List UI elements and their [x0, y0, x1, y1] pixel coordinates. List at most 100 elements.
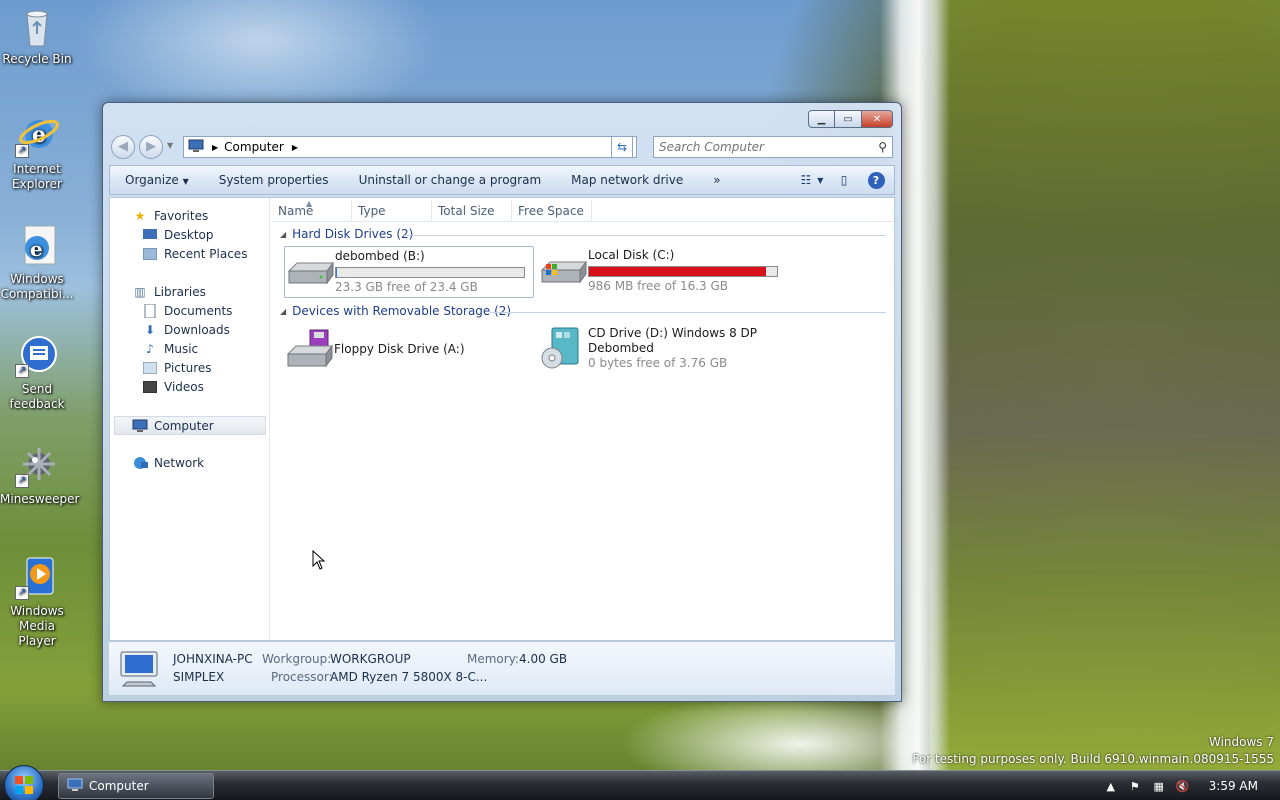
- cd-drive-icon: [538, 326, 588, 372]
- desktop-icon-recycle-bin[interactable]: Recycle Bin: [0, 4, 74, 67]
- group-label: Devices with Removable Storage (2): [292, 304, 512, 318]
- processor-label: Processor:: [271, 670, 333, 684]
- nav-music[interactable]: ♪ Music: [142, 341, 198, 357]
- show-hidden-icons-button[interactable]: ▲: [1101, 778, 1121, 794]
- drive-name: CD Drive (D:) Windows 8 DP: [588, 326, 758, 340]
- desktop-icon-send-feedback[interactable]: ↗ Send feedback: [0, 334, 74, 412]
- navigation-row: ◀ ▶ ▼ ▶ Computer ▶ ▼ ⇆ ⚲: [111, 133, 893, 161]
- command-bar: Organize ▼ System properties Uninstall o…: [109, 165, 895, 195]
- nav-documents[interactable]: Documents: [142, 303, 232, 319]
- drive-usage-bar: [335, 267, 525, 278]
- nav-label: Music: [164, 342, 199, 356]
- shortcut-arrow-icon: ↗: [15, 144, 29, 158]
- nav-pictures[interactable]: Pictures: [142, 360, 212, 376]
- processor-value: AMD Ryzen 7 5800X 8-C...: [330, 670, 488, 684]
- minimize-button[interactable]: ▁: [808, 110, 835, 128]
- close-button[interactable]: ✕: [862, 110, 893, 128]
- volume-muted-icon[interactable]: 🔇: [1173, 778, 1193, 794]
- breadcrumb-separator-icon[interactable]: ▶: [292, 143, 298, 152]
- drive-free-space: 986 MB free of 16.3 GB: [588, 279, 729, 293]
- memory-value: 4.00 GB: [519, 652, 568, 666]
- search-icon[interactable]: ⚲: [878, 140, 887, 154]
- column-header-free-space[interactable]: Free Space: [512, 200, 592, 221]
- nav-label: Libraries: [154, 285, 206, 299]
- nav-downloads[interactable]: ⬇ Downloads: [142, 322, 230, 338]
- column-header-total-size[interactable]: Total Size: [432, 200, 512, 221]
- group-header-removable-storage[interactable]: ◢ Devices with Removable Storage (2): [280, 304, 511, 318]
- nav-network[interactable]: Network: [132, 455, 204, 471]
- caption-buttons: ▁ ▭ ✕: [808, 110, 893, 128]
- recent-places-icon: [142, 246, 158, 262]
- recent-pages-dropdown-icon[interactable]: ▼: [167, 141, 173, 150]
- forward-arrow-icon: ▶: [146, 139, 156, 154]
- nav-videos[interactable]: Videos: [142, 379, 204, 395]
- computer-icon: [132, 418, 148, 434]
- back-arrow-icon: ◀: [118, 139, 128, 154]
- back-button[interactable]: ◀: [111, 135, 135, 159]
- desktop-icon-windows-media-player[interactable]: ↗ Windows Media Player: [0, 556, 74, 649]
- network-status-icon[interactable]: ▦: [1149, 778, 1169, 794]
- explorer-window: ▁ ▭ ✕ ◀ ▶ ▼ ▶ Computer ▶ ▼ ⇆ ⚲ Organize …: [102, 102, 902, 702]
- group-divider: [404, 235, 886, 236]
- breadcrumb-computer[interactable]: Computer: [224, 140, 284, 154]
- map-network-drive-button[interactable]: Map network drive: [556, 173, 698, 187]
- drive-item-c[interactable]: Local Disk (C:) 986 MB free of 16.3 GB: [538, 246, 798, 298]
- nav-desktop[interactable]: Desktop: [142, 227, 214, 243]
- refresh-button[interactable]: ⇆: [611, 136, 633, 158]
- details-pane: JOHNXINA-PC SIMPLEX Workgroup: WORKGROUP…: [109, 641, 895, 695]
- address-bar[interactable]: ▶ Computer ▶ ▼: [183, 136, 637, 158]
- search-input[interactable]: [659, 140, 869, 154]
- breadcrumb-separator-icon[interactable]: ▶: [212, 143, 218, 152]
- preview-pane-icon[interactable]: ▯: [832, 170, 856, 190]
- drive-item-d[interactable]: CD Drive (D:) Windows 8 DP Debombed 0 by…: [538, 326, 798, 378]
- nav-recent-places[interactable]: Recent Places: [142, 246, 247, 262]
- help-button[interactable]: ?: [864, 170, 888, 190]
- drive-item-a[interactable]: Floppy Disk Drive (A:): [284, 326, 534, 374]
- desktop-icon-label: Internet Explorer: [12, 162, 62, 191]
- maximize-button[interactable]: ▭: [835, 110, 862, 128]
- group-divider: [490, 312, 886, 313]
- view-controls: ☷ ▼ ▯ ?: [792, 170, 888, 190]
- desktop-icon-label: Send feedback: [9, 382, 65, 411]
- close-icon: ✕: [872, 113, 882, 125]
- more-commands-button[interactable]: »: [698, 173, 735, 187]
- minesweeper-icon: ↗: [15, 444, 59, 488]
- desktop-icon-windows-compatibility[interactable]: e Windows Compatibi...: [0, 224, 74, 302]
- group-header-hard-disk-drives[interactable]: ◢ Hard Disk Drives (2): [280, 227, 413, 241]
- column-label: Total Size: [438, 204, 495, 218]
- organize-label: Organize: [125, 173, 179, 187]
- nav-computer[interactable]: Computer: [114, 416, 266, 435]
- forward-button[interactable]: ▶: [139, 135, 163, 159]
- pictures-icon: [142, 360, 158, 376]
- nav-label: Network: [154, 456, 205, 470]
- system-properties-button[interactable]: System properties: [204, 173, 344, 187]
- workgroup-label: Workgroup:: [262, 652, 332, 666]
- downloads-icon: ⬇: [144, 323, 156, 337]
- change-view-icon[interactable]: ☷ ▼: [800, 170, 824, 190]
- desktop-icon-minesweeper[interactable]: ↗ Minesweeper: [0, 444, 80, 507]
- taskbar-button-label: Computer: [89, 779, 149, 793]
- search-box[interactable]: ⚲: [653, 136, 893, 158]
- collapse-triangle-icon: ◢: [280, 229, 287, 239]
- action-center-icon[interactable]: ⚑: [1125, 778, 1145, 794]
- clock[interactable]: 3:59 AM: [1209, 779, 1258, 793]
- column-header-name[interactable]: ▲ Name: [272, 199, 352, 221]
- desktop-icon-label: Minesweeper: [0, 492, 80, 506]
- internet-explorer-icon: e ↗: [15, 114, 59, 158]
- drive-name: debombed (B:): [335, 249, 425, 263]
- desktop-icon: [142, 227, 158, 243]
- desktop-icon-label: Recycle Bin: [2, 52, 72, 66]
- organize-button[interactable]: Organize ▼: [110, 173, 204, 187]
- nav-label: Computer: [154, 418, 214, 433]
- nav-libraries[interactable]: ▥ Libraries: [132, 284, 206, 300]
- desktop-icon-internet-explorer[interactable]: e ↗ Internet Explorer: [0, 114, 74, 192]
- start-button[interactable]: [4, 765, 44, 800]
- shortcut-arrow-icon: ↗: [15, 474, 29, 488]
- column-header-type[interactable]: Type: [352, 200, 432, 221]
- drive-item-b[interactable]: debombed (B:) 23.3 GB free of 23.4 GB: [284, 246, 534, 298]
- column-label: Type: [358, 204, 386, 218]
- uninstall-program-button[interactable]: Uninstall or change a program: [344, 173, 557, 187]
- drive-usage-bar: [588, 266, 778, 277]
- taskbar-button-computer[interactable]: Computer: [58, 773, 214, 799]
- nav-favorites[interactable]: ★ Favorites: [132, 208, 209, 224]
